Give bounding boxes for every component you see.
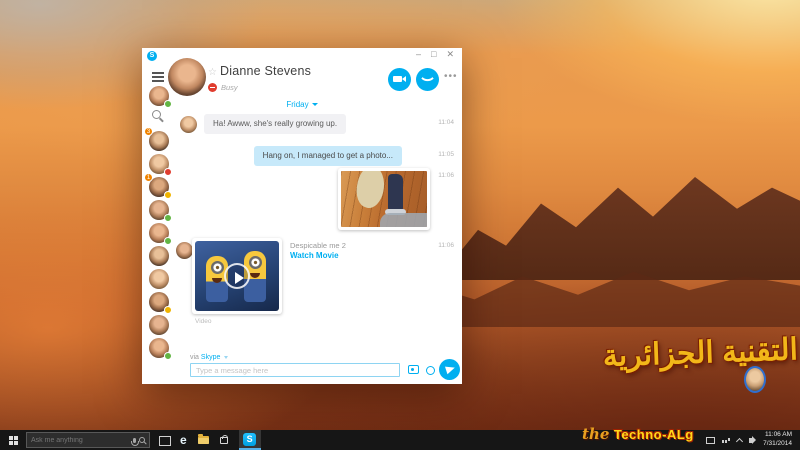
video-camera-icon xyxy=(393,76,402,82)
microphone-icon[interactable] xyxy=(133,438,136,443)
emoji-icon[interactable] xyxy=(426,366,435,375)
favorite-star-icon[interactable]: ☆ xyxy=(208,67,217,78)
date-divider[interactable]: Friday xyxy=(142,100,462,109)
contact-status: Busy xyxy=(208,83,238,92)
video-caption: Video xyxy=(195,318,212,325)
sidebar-contact-avatar[interactable]: 1 xyxy=(149,177,169,197)
system-tray: 11:06 AM 7/31/2014 xyxy=(706,431,797,449)
store-icon[interactable] xyxy=(220,437,228,444)
sidebar-contact-avatar[interactable] xyxy=(149,154,169,174)
sidebar-contact-avatar[interactable] xyxy=(149,338,169,358)
clock-time: 11:06 AM xyxy=(763,431,792,440)
away-status-badge xyxy=(164,191,172,199)
taskbar-search-box[interactable] xyxy=(26,432,150,448)
voice-call-button[interactable] xyxy=(416,68,439,91)
clock-date: 7/31/2014 xyxy=(763,440,792,449)
online-status-badge xyxy=(164,237,172,245)
task-view-button[interactable] xyxy=(159,436,169,444)
sidebar-contact-avatar[interactable]: 3 xyxy=(149,131,169,151)
watermark-prefix: the xyxy=(582,425,609,443)
taskbar-apps: e S xyxy=(159,430,261,450)
watermark-name: Techno-ALg xyxy=(614,427,694,442)
watch-movie-link[interactable]: Watch Movie xyxy=(290,251,339,260)
search-icon[interactable] xyxy=(152,110,161,119)
via-skype-link: Skype xyxy=(201,354,220,361)
chevron-down-icon xyxy=(312,103,318,106)
watermark-latin-text: the Techno-ALg xyxy=(582,425,694,444)
phone-icon xyxy=(421,72,434,85)
photo-message[interactable] xyxy=(338,168,430,230)
sidebar-contact-avatar[interactable] xyxy=(149,246,169,266)
taskbar-search-input[interactable] xyxy=(31,437,130,444)
contact-name: Dianne Stevens xyxy=(220,64,311,78)
busy-status-icon xyxy=(208,83,217,92)
show-hidden-icons-chevron[interactable] xyxy=(736,437,743,444)
message-time: 11:05 xyxy=(438,151,454,158)
away-status-badge xyxy=(164,306,172,314)
contact-avatar[interactable] xyxy=(168,58,206,96)
message-time: 11:06 xyxy=(438,242,454,249)
desktop-tray-icon[interactable] xyxy=(706,437,715,444)
watermark-avatar xyxy=(744,366,766,393)
taskbar-clock[interactable]: 11:06 AM 7/31/2014 xyxy=(763,431,792,449)
photo-thumbnail xyxy=(341,171,427,227)
file-explorer-icon[interactable] xyxy=(198,436,209,444)
busy-status-badge xyxy=(164,168,172,176)
attach-photo-icon[interactable] xyxy=(408,365,419,374)
message-incoming: Ha! Awww, she's really growing up. xyxy=(204,114,346,134)
maximize-button[interactable]: □ xyxy=(431,49,436,60)
video-call-button[interactable] xyxy=(388,68,411,91)
watermark-arabic-text: التقنية الجزائرية xyxy=(582,332,798,374)
windows-logo-icon xyxy=(9,436,18,445)
sidebar-contact-avatar[interactable] xyxy=(149,292,169,312)
message-avatar xyxy=(180,116,197,133)
close-button[interactable]: ✕ xyxy=(446,49,454,60)
online-status-badge xyxy=(164,214,172,222)
sidebar-contact-avatar[interactable] xyxy=(149,269,169,289)
skype-logo-icon: S xyxy=(147,51,157,61)
video-title: Despicable me 2 xyxy=(290,241,346,250)
minimize-button[interactable]: – xyxy=(416,49,421,60)
video-thumbnail xyxy=(195,241,279,311)
message-time: 11:04 xyxy=(438,119,454,126)
edge-browser-icon[interactable]: e xyxy=(180,430,187,450)
status-label: Busy xyxy=(221,83,238,92)
send-button[interactable] xyxy=(439,359,460,380)
skype-taskbar-button[interactable]: S xyxy=(239,430,261,450)
via-selector[interactable]: via Skype xyxy=(190,354,228,361)
start-button[interactable] xyxy=(0,430,26,450)
online-status-badge xyxy=(164,352,172,360)
search-icon[interactable] xyxy=(139,437,145,443)
message-avatar xyxy=(176,242,193,259)
sidebar-contact-avatar[interactable] xyxy=(149,315,169,335)
skype-icon: S xyxy=(243,433,256,446)
unread-count-badge: 1 xyxy=(144,173,153,182)
message-time: 11:06 xyxy=(438,172,454,179)
desktop: التقنية الجزائرية the Techno-ALg S – □ ✕… xyxy=(0,0,800,450)
network-tray-icon[interactable] xyxy=(722,440,724,443)
menu-icon[interactable] xyxy=(152,72,164,84)
message-outgoing: Hang on, I managed to get a photo... xyxy=(254,146,402,166)
window-controls: – □ ✕ xyxy=(416,49,454,60)
play-icon[interactable] xyxy=(224,263,250,289)
volume-icon[interactable] xyxy=(749,438,752,443)
sidebar-contact-avatar[interactable] xyxy=(149,223,169,243)
chevron-down-icon xyxy=(224,356,228,359)
video-message[interactable] xyxy=(192,238,282,314)
message-input[interactable] xyxy=(190,363,400,377)
sidebar-contact-avatar[interactable] xyxy=(149,200,169,220)
unread-count-badge: 3 xyxy=(144,127,153,136)
more-options-button[interactable]: ••• xyxy=(444,71,458,82)
skype-window: S – □ ✕ ☆ Dianne Stevens Busy ••• 3 1 Fri… xyxy=(142,48,462,384)
